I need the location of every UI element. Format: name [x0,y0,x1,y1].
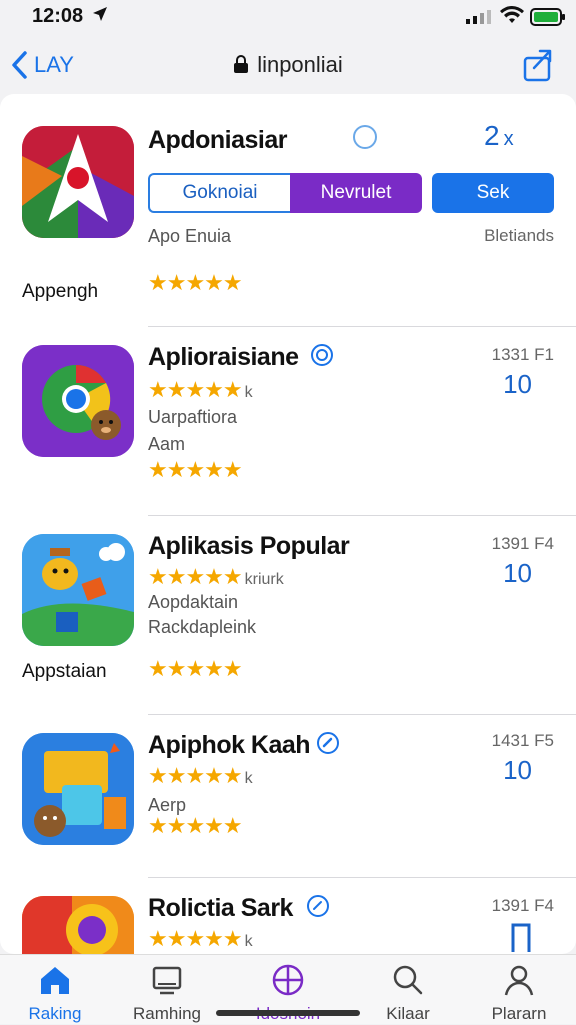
app-subtitle: Aopdaktain [148,592,239,612]
featured-count-value: 2 [484,120,500,151]
stars-extra: k [244,384,253,401]
app-info: 1391 F4 [491,534,554,553]
person-icon [504,965,534,996]
app-category: Aam [148,434,186,454]
stars-glyphs: ★★★★★ [148,377,243,402]
tv-icon [152,966,182,995]
tab-label: Plararn [491,1004,547,1023]
tab-raking[interactable]: Raking [0,955,110,1025]
wifi-icon [500,6,524,23]
cartoon-character-icon [22,534,134,646]
app-row[interactable]: Rolictia Sark ★★★★★ k 1391 F4 [0,878,576,954]
segment-left[interactable]: Goknoiai [148,173,290,213]
page-title-text: linponliai [257,52,343,77]
app-count: 10 [503,369,532,399]
segment-right[interactable]: Nevrulet [290,173,422,213]
app-info: 1331 F1 [491,345,554,364]
share-icon[interactable] [522,46,554,82]
app-rating-stars: ★★★★★ k [148,377,253,403]
battery-icon [530,8,565,26]
featured-rating-stars: ★★★★★ [148,270,243,295]
browser-bear-icon [22,345,134,457]
lock-icon [234,55,249,73]
featured-app-icon [22,126,134,238]
app-count: 10 [503,558,532,588]
app-rating-stars-2: ★★★★★ [148,813,243,838]
status-time: 12:08 [32,5,84,27]
navigation-bar: LAY linponliai [0,40,576,92]
app-info: 1391 F4 [491,896,554,915]
featured-count: 2x [484,120,514,152]
featured-count-suffix: x [503,128,514,150]
featured-caption: Appengh [22,281,99,302]
stars-glyphs: ★★★★★ [148,763,243,788]
featured-subtitle: Apo Enuia [148,226,232,246]
app-rating-stars-2: ★★★★★ [148,656,243,681]
app-row[interactable]: Aplioraisiane ★★★★★ k Uarpaftiora Aam ★★★… [0,327,576,515]
stars-glyphs: ★★★★★ [148,926,243,951]
stars-extra: kriurk [244,571,284,588]
tab-ramhing[interactable]: Ramhing [112,955,222,1025]
app-info: 1431 F5 [491,731,554,750]
tab-label: Ramhing [132,1004,202,1023]
app-rating-stars-2: ★★★★★ [148,457,243,482]
app-subtitle: Uarpaftiora [148,407,238,427]
app-row[interactable]: Apiphok Kaah ★★★★★ k Aerp ★★★★★ 1431 F5 1… [0,715,576,877]
stars-glyphs: ★★★★★ [148,564,243,589]
app-list-card: Apdoniasiar 2x Goknoiai Nevrulet Sek Apo… [0,94,576,954]
featured-subtitle-right: Bletiands [484,226,554,245]
verified-check-icon [317,732,339,754]
verified-check-icon [307,895,329,917]
tab-kilaar[interactable]: Kilaar [353,955,463,1025]
app-category: Rackdapleink [148,617,257,637]
grid-circle-icon [272,964,304,996]
app-caption: Appstaian [22,661,107,682]
app-count: 10 [503,755,532,785]
app-name: Aplioraisiane [148,343,299,371]
tab-plararn[interactable]: Plararn [464,955,574,1025]
download-frame-icon [511,923,531,952]
compass-logo-icon [22,126,134,238]
featured-app-row[interactable]: Apdoniasiar 2x Goknoiai Nevrulet Sek Apo… [0,94,576,326]
app-icon [22,345,134,457]
location-arrow-icon [93,7,107,21]
search-icon [393,965,423,995]
featured-app-name: Apdoniasiar [148,126,287,154]
location-pin-icon [22,896,134,954]
app-name: Rolictia Sark [148,894,293,922]
tab-label: Raking [28,1004,82,1023]
status-circle-icon [353,125,377,149]
home-icon [41,967,69,994]
game-bear-icon [22,733,134,845]
app-icon [22,534,134,646]
tab-label: Kilaar [386,1004,430,1023]
app-rating-stars: ★★★★★ k [148,926,253,952]
app-row[interactable]: Aplikasis Popular ★★★★★ kriurk Aopdaktain… [0,516,576,714]
stars-extra: k [244,770,253,787]
app-name: Apiphok Kaah [148,731,311,759]
segmented-control: Goknoiai Nevrulet [148,173,422,213]
home-indicator [216,1010,360,1016]
app-name: Aplikasis Popular [148,532,350,560]
app-rating-stars: ★★★★★ kriurk [148,564,284,590]
cellular-signal-icon [466,10,491,24]
app-icon [22,896,134,954]
page-title: linponliai [0,52,576,78]
app-rating-stars: ★★★★★ k [148,763,253,789]
stars-extra: k [244,933,253,950]
verified-badge-icon [311,344,333,366]
app-icon [22,733,134,845]
status-bar: 12:08 [0,0,576,34]
featured-action-button[interactable]: Sek [432,173,554,213]
